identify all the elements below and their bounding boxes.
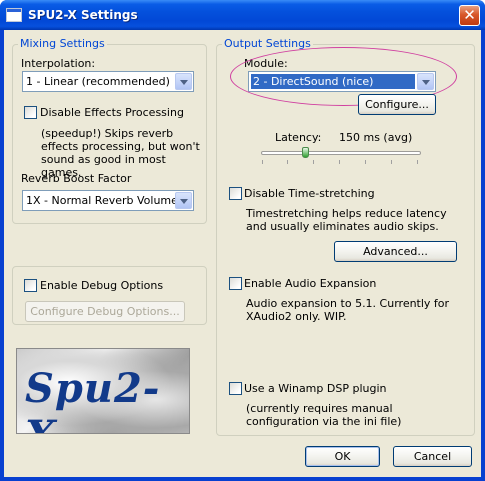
latency-label: Latency: — [275, 131, 322, 144]
reverb-boost-value: 1X - Normal Reverb Volume — [26, 194, 178, 207]
configure-debug-button[interactable]: Configure Debug Options... — [25, 301, 185, 322]
audio-expansion-description: Audio expansion to 5.1. Currently for XA… — [246, 297, 450, 323]
window-title: SPU2-X Settings — [28, 8, 138, 22]
mixing-settings-legend: Mixing Settings — [18, 37, 107, 50]
slider-tick — [313, 160, 314, 164]
reverb-boost-label: Reverb Boost Factor — [21, 172, 132, 185]
dialog-body: Mixing Settings Interpolation: 1 - Linea… — [4, 30, 481, 477]
winamp-dsp-checkbox[interactable] — [229, 382, 242, 395]
disable-timestretch-checkbox[interactable] — [229, 187, 242, 200]
slider-tick — [391, 160, 392, 164]
enable-debug-label[interactable]: Enable Debug Options — [40, 279, 163, 292]
timestretch-description: Timestretching helps reduce latency and … — [246, 207, 447, 233]
settings-window: SPU2-X Settings ✕ Mixing Settings Interp… — [0, 0, 485, 481]
reverb-boost-dropdown[interactable]: 1X - Normal Reverb Volume — [22, 190, 194, 211]
title-bar[interactable]: SPU2-X Settings ✕ — [0, 0, 485, 30]
interpolation-label: Interpolation: — [21, 57, 96, 70]
configure-module-button[interactable]: Configure... — [358, 94, 436, 115]
chevron-down-icon[interactable] — [175, 73, 192, 90]
latency-slider-thumb[interactable] — [301, 147, 309, 158]
slider-tick — [417, 160, 418, 164]
ok-button[interactable]: OK — [305, 446, 380, 467]
disable-effects-checkbox[interactable] — [24, 106, 37, 119]
disable-effects-label[interactable]: Disable Effects Processing — [40, 106, 184, 119]
output-settings-legend: Output Settings — [222, 37, 313, 50]
slider-tick — [262, 160, 263, 164]
winamp-dsp-description: (currently requires manual configuration… — [246, 402, 402, 428]
slider-tick — [339, 160, 340, 164]
window-icon — [6, 8, 22, 22]
enable-debug-checkbox[interactable] — [24, 279, 37, 292]
winamp-dsp-label[interactable]: Use a Winamp DSP plugin — [244, 382, 386, 395]
slider-tick — [287, 160, 288, 164]
cancel-button[interactable]: Cancel — [393, 446, 472, 467]
advanced-button[interactable]: Advanced... — [334, 241, 457, 262]
chevron-down-icon[interactable] — [175, 192, 192, 209]
interpolation-value: 1 - Linear (recommended) — [26, 75, 170, 88]
logo-text: Spu2-X — [25, 365, 161, 433]
enable-audio-expansion-label[interactable]: Enable Audio Expansion — [244, 277, 376, 290]
spu2x-logo: Spu2-X — [16, 348, 190, 434]
close-button[interactable]: ✕ — [459, 5, 480, 26]
latency-value: 150 ms (avg) — [339, 131, 413, 144]
interpolation-dropdown[interactable]: 1 - Linear (recommended) — [22, 71, 194, 92]
disable-timestretch-label[interactable]: Disable Time-stretching — [244, 187, 375, 200]
enable-audio-expansion-checkbox[interactable] — [229, 277, 242, 290]
latency-slider-track[interactable] — [261, 151, 421, 155]
slider-tick — [365, 160, 366, 164]
